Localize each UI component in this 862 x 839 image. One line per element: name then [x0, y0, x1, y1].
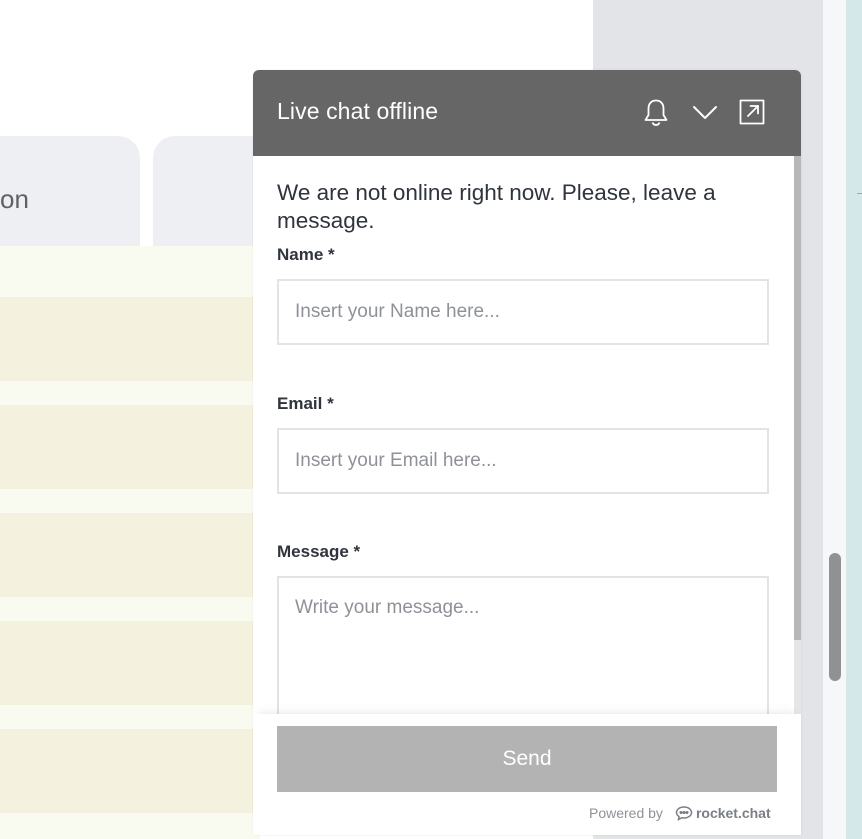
name-field-box — [277, 279, 769, 345]
rocketchat-logo[interactable]: rocket.chat — [675, 805, 771, 821]
offline-message: We are not online right now. Please, lea… — [277, 180, 716, 233]
livechat-title: Live chat offline — [277, 98, 439, 124]
page-scrollbar-thumb[interactable] — [829, 553, 841, 681]
message-textarea[interactable] — [279, 578, 767, 724]
background-edge-strip — [846, 0, 862, 839]
background-panel — [0, 246, 260, 839]
background-row — [0, 513, 260, 597]
powered-by: Powered by rocket.chat — [589, 805, 771, 821]
send-button[interactable]: Send — [277, 726, 777, 792]
message-label: Message * — [277, 542, 361, 561]
email-input[interactable] — [279, 430, 767, 492]
powered-by-label: Powered by — [589, 805, 663, 821]
message-field-box — [277, 576, 769, 726]
livechat-header: Live chat offline — [253, 70, 801, 156]
livechat-body: We are not online right now. Please, lea… — [253, 156, 801, 786]
livechat-widget: Live chat offline We are not online righ… — [253, 70, 801, 835]
background-tab-label: on — [0, 184, 29, 214]
chat-bubble-icon — [675, 806, 693, 821]
chevron-down-icon[interactable] — [690, 97, 720, 127]
background-edge-mark — [857, 193, 862, 194]
popout-icon[interactable] — [737, 97, 767, 127]
livechat-footer: Send Powered by rocket.chat — [253, 714, 801, 835]
background-row — [0, 405, 260, 489]
page-scrollbar-track[interactable] — [823, 0, 846, 839]
name-label: Name * — [277, 245, 335, 264]
background-row — [0, 297, 260, 381]
name-input[interactable] — [279, 281, 767, 343]
email-field-box — [277, 428, 769, 494]
background-row — [0, 729, 260, 813]
livechat-scrollbar-thumb[interactable] — [794, 156, 801, 640]
rocketchat-brand: rocket.chat — [695, 805, 771, 821]
email-label: Email * — [277, 394, 334, 413]
bell-icon[interactable] — [641, 97, 671, 127]
page: on Live chat offline We are not online r… — [0, 0, 862, 839]
background-row — [0, 621, 260, 705]
